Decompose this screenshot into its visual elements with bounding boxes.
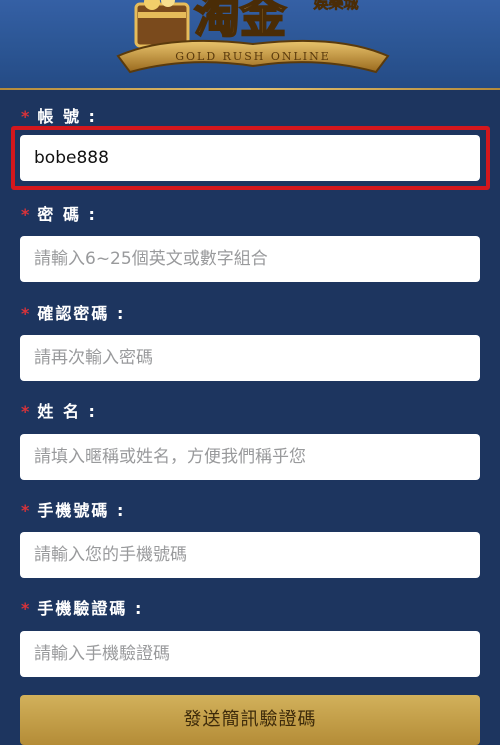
required-star: * [21,501,32,520]
phone-label: * 手機號碼 : [21,498,125,524]
logo-main-text: 淘金 [194,0,287,43]
account-input[interactable] [20,135,480,181]
required-star: * [21,599,32,618]
header-divider [0,88,500,90]
header-banner: GOLD RUSH ONLINE 淘金 娛樂城 [0,0,500,90]
confirm-password-input[interactable] [20,335,480,381]
name-label-text: 姓 名 : [37,402,97,421]
password-label-text: 密 碼 : [37,205,97,224]
logo-sub-text: 娛樂城 [312,0,358,12]
phone-input[interactable] [20,532,480,578]
sms-code-label: * 手機驗證碼 : [21,596,143,622]
account-label-text: 帳 號 : [37,107,97,126]
phone-label-text: 手機號碼 : [37,501,126,520]
confirm-password-label-text: 確認密碼 : [37,304,126,323]
required-star: * [21,304,32,323]
sms-code-label-text: 手機驗證碼 : [37,599,144,618]
password-label: * 密 碼 : [21,202,97,228]
name-label: * 姓 名 : [21,399,97,425]
send-sms-code-button[interactable]: 發送簡訊驗證碼 [20,695,480,745]
confirm-password-label: * 確認密碼 : [21,301,125,327]
sms-code-input[interactable] [20,631,480,677]
required-star: * [21,205,32,224]
required-star: * [21,402,32,421]
logo-ribbon-text: GOLD RUSH ONLINE [175,50,331,63]
name-input[interactable] [20,434,480,480]
gold-rush-logo: GOLD RUSH ONLINE 淘金 娛樂城 [108,0,398,86]
password-input[interactable] [20,236,480,282]
required-star: * [21,107,32,126]
